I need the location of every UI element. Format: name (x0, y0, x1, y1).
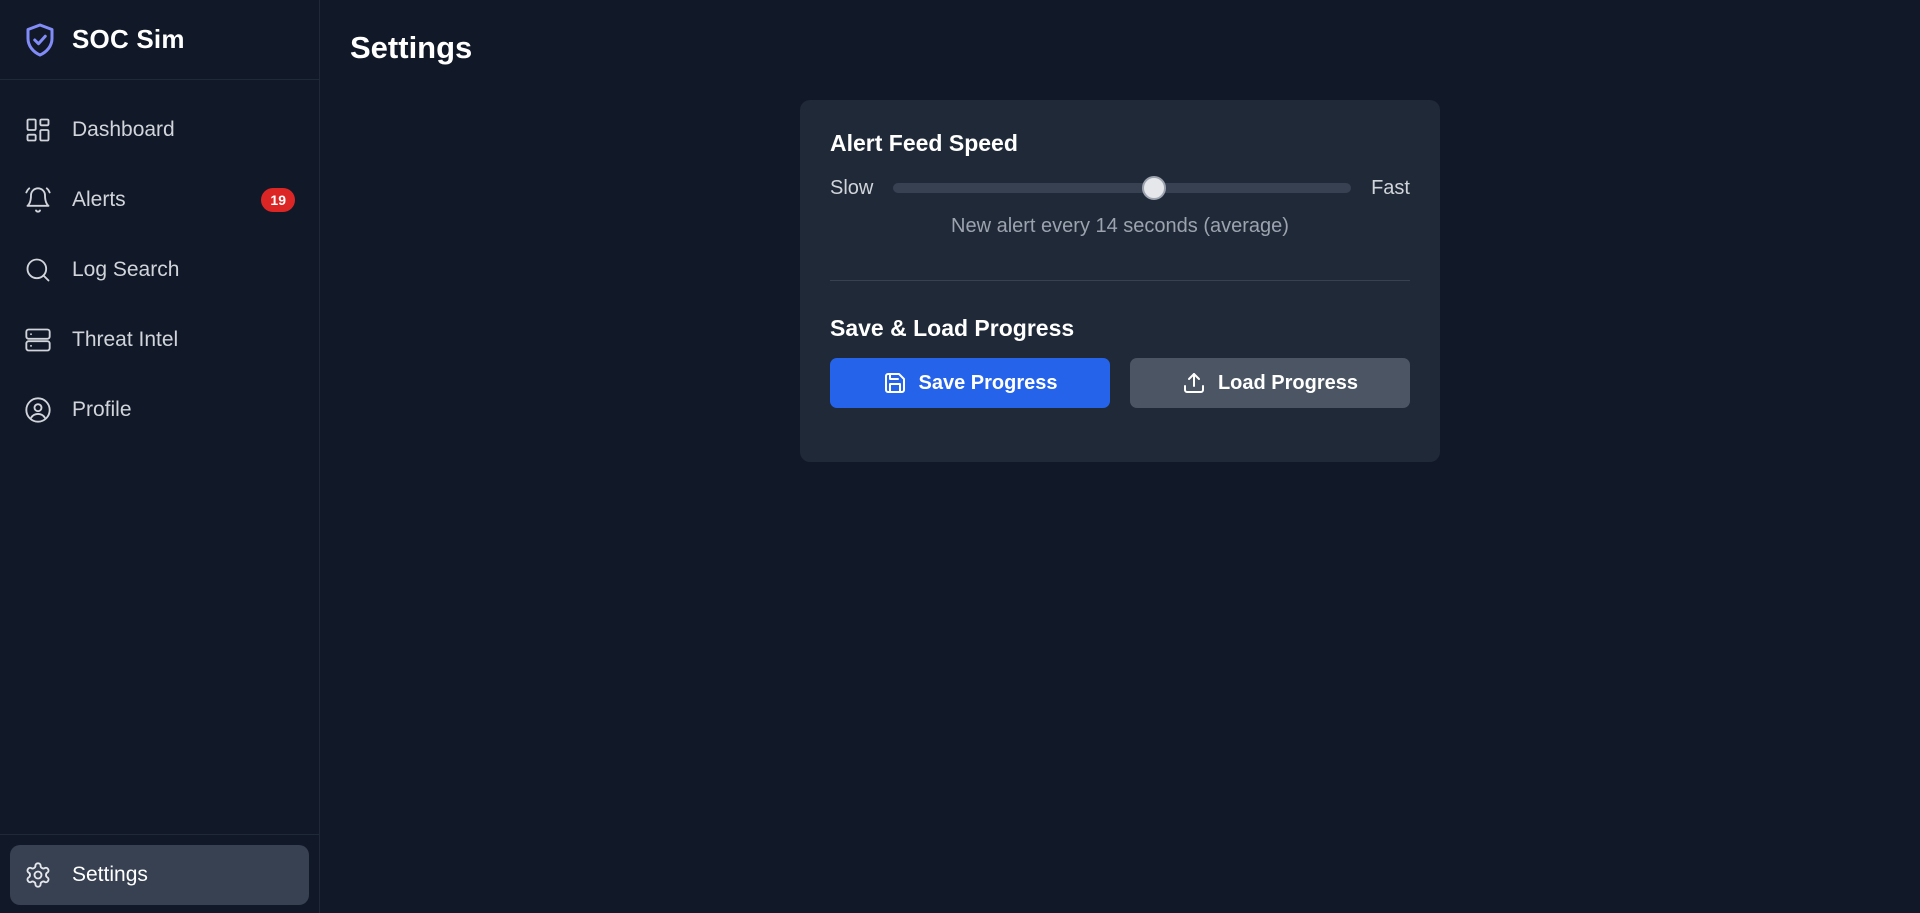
sidebar-item-label: Threat Intel (72, 328, 179, 351)
gear-icon (24, 861, 52, 889)
sidebar-item-label: Log Search (72, 258, 180, 281)
sidebar-item-log-search[interactable]: Log Search (0, 235, 319, 305)
sidebar-item-label: Settings (72, 863, 148, 886)
alert-speed-caption: New alert every 14 seconds (average) (951, 215, 1289, 237)
load-progress-label: Load Progress (1217, 371, 1359, 394)
upload-icon (1182, 371, 1206, 395)
app-root: SOC Sim Dashboard Alerts 19 Log Search T… (0, 0, 1920, 913)
shield-check-icon (22, 21, 58, 59)
settings-card: Alert Feed Speed Slow Fast New alert eve… (800, 100, 1440, 462)
progress-heading: Save & Load Progress (830, 315, 1075, 341)
server-icon (24, 326, 52, 354)
sidebar-item-threat-intel[interactable]: Threat Intel (0, 305, 319, 375)
save-icon (883, 371, 907, 395)
sidebar-item-dashboard[interactable]: Dashboard (0, 95, 319, 165)
progress-buttons: Save Progress Load Progress (830, 358, 1410, 408)
load-progress-button[interactable]: Load Progress (1130, 358, 1410, 408)
bell-icon (24, 186, 52, 214)
slider-min-label: Slow (830, 176, 874, 199)
main-content: Settings Alert Feed Speed Slow Fast New … (320, 0, 1920, 913)
brand: SOC Sim (0, 0, 319, 80)
alerts-count-badge: 19 (261, 188, 295, 212)
sidebar-item-label: Dashboard (72, 118, 175, 141)
sidebar-item-label: Profile (72, 398, 132, 421)
alert-speed-heading: Alert Feed Speed (830, 130, 1018, 156)
sidebar-item-profile[interactable]: Profile (0, 375, 319, 445)
sidebar-item-alerts[interactable]: Alerts 19 (0, 165, 319, 235)
alert-speed-slider-row: Slow Fast (830, 173, 1410, 203)
dashboard-icon (24, 116, 52, 144)
user-circle-icon (24, 396, 52, 424)
alert-speed-slider[interactable] (893, 176, 1352, 200)
sidebar: SOC Sim Dashboard Alerts 19 Log Search T… (0, 0, 320, 913)
sidebar-item-settings[interactable]: Settings (10, 845, 309, 905)
search-icon (24, 256, 52, 284)
sidebar-footer: Settings (0, 834, 319, 913)
page-title: Settings (350, 30, 473, 65)
sidebar-item-label: Alerts (72, 188, 126, 211)
sidebar-nav: Dashboard Alerts 19 Log Search Threat In… (0, 80, 319, 445)
app-name: SOC Sim (72, 24, 185, 54)
save-progress-label: Save Progress (918, 371, 1058, 394)
slider-thumb[interactable] (1142, 176, 1167, 200)
save-progress-button[interactable]: Save Progress (830, 358, 1110, 408)
section-divider (830, 280, 1410, 281)
slider-max-label: Fast (1371, 176, 1410, 199)
